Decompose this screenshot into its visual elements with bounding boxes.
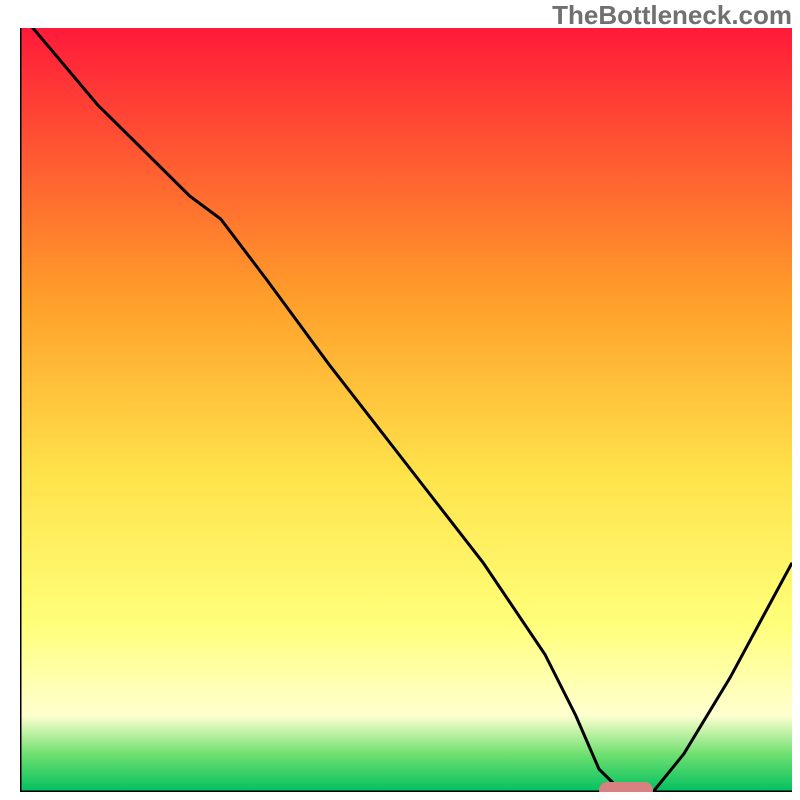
optimal-range-marker (599, 782, 653, 792)
watermark-text: TheBottleneck.com (552, 0, 792, 31)
chart-plot-area (20, 28, 792, 792)
chart-svg (20, 28, 792, 792)
